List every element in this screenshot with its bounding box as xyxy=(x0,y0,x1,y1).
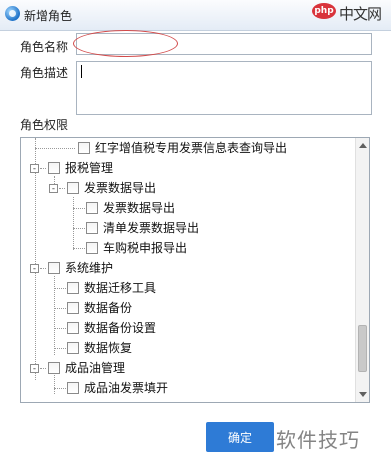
tree-item-label: 系统维护 xyxy=(65,261,114,275)
checkbox[interactable] xyxy=(48,262,60,274)
tree-guide-root xyxy=(35,138,36,380)
collapse-toggle-icon[interactable]: - xyxy=(30,164,39,174)
watermark-bottom: 软件技巧 xyxy=(276,428,360,452)
tree-connector xyxy=(59,188,65,189)
tree-scrollbar[interactable] xyxy=(355,138,369,402)
role-desc-label: 角色描述 xyxy=(20,66,69,80)
tree-item-label: 发票数据导出 xyxy=(103,201,176,215)
checkbox[interactable] xyxy=(67,302,79,314)
tree-item-label: 数据备份设置 xyxy=(84,321,157,335)
checkbox[interactable] xyxy=(67,282,79,294)
title-bar: 新增角色 php 中文网 xyxy=(0,0,391,31)
checkbox[interactable] xyxy=(86,222,98,234)
app-icon xyxy=(5,6,20,21)
tree-item-label: 数据恢复 xyxy=(84,341,133,355)
tree-item-label: 数据备份 xyxy=(84,301,133,315)
scroll-down-arrow-icon[interactable] xyxy=(359,392,367,397)
checkbox[interactable] xyxy=(48,162,60,174)
tree-connector xyxy=(54,348,66,349)
role-name-label: 角色名称 xyxy=(20,40,69,54)
checkbox[interactable] xyxy=(67,382,79,394)
watermark-site-name: 中文网 xyxy=(339,5,382,23)
tree-connector xyxy=(40,368,46,369)
tree-connector xyxy=(54,388,66,389)
tree-item-label: 成品油管理 xyxy=(65,361,126,375)
ok-button[interactable]: 确定 xyxy=(206,422,274,452)
checkbox[interactable] xyxy=(67,182,79,194)
scroll-thumb[interactable] xyxy=(358,325,367,372)
collapse-toggle-icon[interactable]: - xyxy=(30,364,39,374)
tree-item-label: 报税管理 xyxy=(65,161,114,175)
role-desc-input[interactable] xyxy=(76,61,372,115)
watermark-php-badge: php xyxy=(312,3,336,19)
tree-guide-l2c xyxy=(54,375,55,394)
tree-connector xyxy=(40,268,46,269)
collapse-toggle-icon[interactable]: - xyxy=(30,264,39,274)
tree-connector xyxy=(40,168,46,169)
tree-connector xyxy=(54,328,66,329)
tree-connector xyxy=(35,148,75,149)
tree-item-label: 数据迁移工具 xyxy=(84,281,157,295)
checkbox[interactable] xyxy=(67,322,79,334)
role-permissions-label: 角色权限 xyxy=(20,118,69,132)
scroll-up-arrow-icon[interactable] xyxy=(359,143,367,148)
tree-connector xyxy=(73,208,85,209)
tree-connector xyxy=(73,228,85,229)
collapse-toggle-icon[interactable]: - xyxy=(49,184,58,194)
checkbox[interactable] xyxy=(67,342,79,354)
checkbox[interactable] xyxy=(78,142,90,154)
checkbox[interactable] xyxy=(86,242,98,254)
tree-item-label: 清单发票数据导出 xyxy=(103,221,200,235)
tree-item-label: 成品油发票填开 xyxy=(84,381,169,395)
tree-connector xyxy=(54,288,66,289)
tree-guide-l3 xyxy=(73,197,74,250)
window-title: 新增角色 xyxy=(24,9,73,23)
checkbox[interactable] xyxy=(86,202,98,214)
tree-item-label: 发票数据导出 xyxy=(84,181,157,195)
highlight-ellipse xyxy=(73,30,178,57)
checkbox[interactable] xyxy=(48,362,60,374)
tree-item-label: 红字增值税专用发票信息表查询导出 xyxy=(95,141,288,155)
tree-connector xyxy=(73,248,85,249)
text-caret xyxy=(81,65,82,78)
tree-item-label: 车购税申报导出 xyxy=(103,241,188,255)
tree-connector xyxy=(54,308,66,309)
permissions-tree[interactable]: 红字增值税专用发票信息表查询导出 - 报税管理 - 发票数据导出 发票数据导出 … xyxy=(20,137,370,403)
